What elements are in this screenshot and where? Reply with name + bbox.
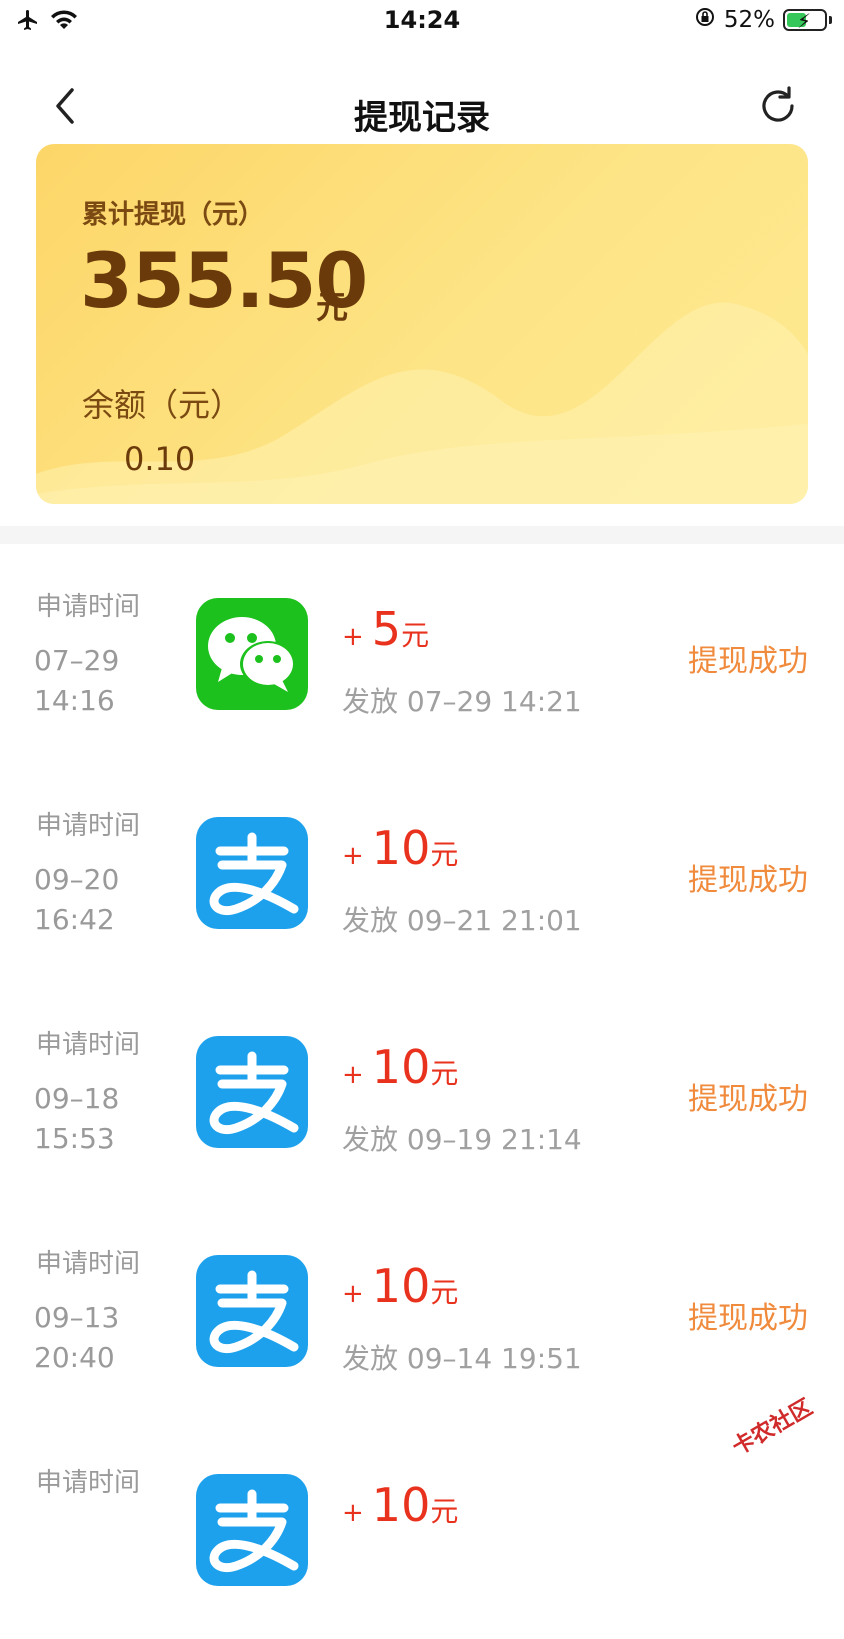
request-time-label: 申请时间: [36, 1030, 141, 1060]
request-time: 16:42: [34, 903, 115, 936]
wechat-icon: [196, 598, 308, 710]
alipay-icon: [196, 1255, 308, 1367]
amount-plus-sign: +: [342, 1498, 364, 1528]
alipay-icon: [196, 1036, 308, 1148]
status-bar: 14:24 52% ⚡: [0, 0, 844, 44]
amount-value: 10: [371, 821, 431, 875]
withdraw-record-row[interactable]: 申请时间 +10元: [0, 1420, 844, 1639]
amount-unit: 元: [401, 619, 430, 652]
amount-value: 10: [371, 1259, 431, 1313]
request-date: 09–20: [34, 863, 120, 896]
refresh-icon: [762, 86, 794, 122]
withdraw-status: 提现成功: [688, 1301, 808, 1336]
amount-plus-sign: +: [342, 1060, 364, 1090]
nav-bar: 提现记录: [0, 70, 844, 150]
balance-label: 余额（元）: [82, 386, 243, 424]
request-time-label: 申请时间: [36, 1249, 141, 1279]
amount-value: 5: [371, 602, 402, 656]
balance-amount: 0.10: [124, 440, 196, 478]
request-date: 09–13: [34, 1301, 120, 1334]
withdraw-status: 提现成功: [688, 644, 808, 679]
request-time: 20:40: [34, 1341, 115, 1374]
request-time: 15:53: [34, 1122, 115, 1155]
withdraw-amount: +10元: [342, 1040, 458, 1094]
withdraw-record-row[interactable]: 申请时间 09–20 16:42 +10元 发放 09–21 21:01 提现成…: [0, 763, 844, 982]
amount-unit: 元: [430, 1276, 459, 1309]
total-withdraw-unit: 元: [316, 288, 349, 326]
alipay-icon: [196, 1474, 308, 1586]
withdraw-status: 提现成功: [688, 1082, 808, 1117]
withdraw-record-row[interactable]: 申请时间 07–29 14:16 +5元 发放 07–29 14:21 提现成功: [0, 544, 844, 763]
amount-unit: 元: [430, 838, 459, 871]
request-date: 07–29: [34, 644, 120, 677]
request-time-label: 申请时间: [36, 1468, 141, 1498]
issue-time: 发放 09–21 21:01: [342, 904, 582, 937]
withdraw-summary-card: 累计提现（元） 355.50 元 余额（元） 0.10: [36, 144, 808, 504]
amount-value: 10: [371, 1478, 431, 1532]
total-withdraw-label: 累计提现（元）: [82, 200, 265, 230]
withdraw-amount: +10元: [342, 1478, 458, 1532]
issue-time: 发放 09–14 19:51: [342, 1342, 582, 1375]
amount-plus-sign: +: [342, 841, 364, 871]
request-time: 14:16: [34, 684, 115, 717]
section-divider: [0, 526, 844, 544]
rotation-lock-icon: [694, 6, 716, 34]
issue-time: 发放 07–29 14:21: [342, 685, 582, 718]
amount-unit: 元: [430, 1057, 459, 1090]
request-time-label: 申请时间: [36, 811, 141, 841]
refresh-button[interactable]: [756, 84, 800, 128]
battery-icon: ⚡: [783, 9, 827, 33]
alipay-icon: [196, 817, 308, 929]
request-date: 09–18: [34, 1082, 120, 1115]
withdraw-record-row[interactable]: 申请时间 09–18 15:53 +10元 发放 09–19 21:14 提现成…: [0, 982, 844, 1201]
amount-value: 10: [371, 1040, 431, 1094]
page-title: 提现记录: [354, 98, 490, 138]
withdraw-record-row[interactable]: 申请时间 09–13 20:40 +10元 发放 09–14 19:51 提现成…: [0, 1201, 844, 1420]
request-time-label: 申请时间: [36, 592, 141, 622]
withdraw-status: 提现成功: [688, 863, 808, 898]
withdraw-amount: +10元: [342, 821, 458, 875]
issue-time: 发放 09–19 21:14: [342, 1123, 582, 1156]
amount-plus-sign: +: [342, 622, 364, 652]
battery-percent: 52%: [723, 7, 775, 33]
withdraw-amount: +10元: [342, 1259, 458, 1313]
amount-plus-sign: +: [342, 1279, 364, 1309]
withdraw-amount: +5元: [342, 602, 429, 656]
